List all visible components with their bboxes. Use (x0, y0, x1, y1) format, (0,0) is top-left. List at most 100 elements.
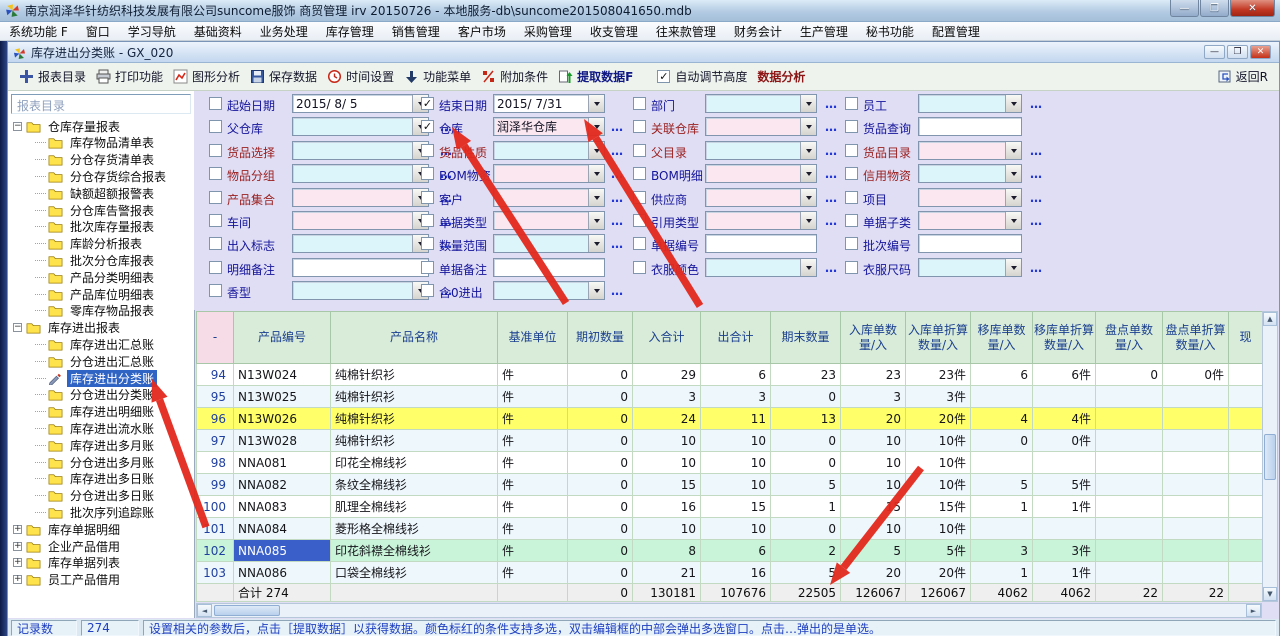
filter-checkbox[interactable] (209, 191, 222, 204)
table-cell[interactable]: 8 (633, 540, 701, 562)
child-restore-button[interactable]: ❐ (1227, 45, 1248, 59)
table-cell[interactable] (1229, 474, 1263, 496)
scroll-right-arrow-icon[interactable]: ► (1246, 604, 1261, 617)
table-cell[interactable] (1096, 408, 1163, 430)
table-row[interactable]: 97N13W028纯棉针织衫件0101001010件00件 (197, 430, 1263, 452)
table-cell[interactable]: 0件 (1033, 430, 1096, 452)
tree-item[interactable]: 库存进出流水账 (8, 420, 194, 436)
tree-item[interactable]: 库存进出明细账 (8, 404, 194, 420)
table-cell[interactable]: 0 (568, 540, 633, 562)
filter-field[interactable] (493, 164, 605, 183)
filter-field[interactable] (292, 117, 429, 136)
ellipsis-button[interactable]: … (1030, 194, 1043, 202)
tree-item[interactable]: 库存物品清单表 (8, 135, 194, 151)
table-cell[interactable]: N13W024 (234, 364, 331, 386)
close-button[interactable]: ✕ (1230, 0, 1275, 17)
tree-item[interactable]: +库存单据列表 (8, 555, 194, 571)
table-cell[interactable]: 5 (771, 474, 841, 496)
filter-field[interactable] (918, 188, 1022, 207)
dropdown-button[interactable] (800, 259, 816, 276)
table-cell[interactable] (1229, 386, 1263, 408)
tree-item[interactable]: 批次序列追踪账 (8, 504, 194, 520)
filter-checkbox[interactable] (421, 167, 434, 180)
table-cell[interactable]: 5 (971, 474, 1033, 496)
filter-checkbox[interactable] (633, 191, 646, 204)
data-analysis-button[interactable]: 数据分析 (757, 68, 805, 85)
table-cell[interactable]: 20件 (906, 562, 971, 584)
table-cell[interactable]: 3 (971, 540, 1033, 562)
menu-item[interactable]: 销售管理 (383, 23, 449, 40)
table-cell[interactable]: 16 (701, 562, 771, 584)
tree-item[interactable]: 分仓进出多日账 (8, 488, 194, 504)
menu-item[interactable]: 秘书功能 (857, 23, 923, 40)
return-button[interactable]: 返回R (1217, 68, 1268, 85)
table-cell[interactable]: N13W028 (234, 430, 331, 452)
tree-item[interactable]: +库存单据明细 (8, 521, 194, 537)
table-cell[interactable]: 0 (771, 452, 841, 474)
table-row[interactable]: 95N13W025纯棉针织衫件033033件 (197, 386, 1263, 408)
column-header[interactable]: 入库单数量/入 (841, 312, 906, 364)
dropdown-button[interactable] (588, 142, 604, 159)
dropdown-button[interactable] (588, 165, 604, 182)
filter-field[interactable] (918, 117, 1022, 136)
table-cell[interactable]: 件 (498, 408, 568, 430)
dropdown-button[interactable] (1005, 189, 1021, 206)
column-header[interactable]: 移库单数量/入 (971, 312, 1033, 364)
column-header[interactable]: 盘点单折算数量/入 (1163, 312, 1229, 364)
table-cell[interactable]: 印花斜襟全棉线衫 (331, 540, 498, 562)
ellipsis-button[interactable]: … (825, 194, 838, 202)
table-cell[interactable]: 100 (197, 496, 234, 518)
table-cell[interactable]: 13 (771, 408, 841, 430)
table-cell[interactable]: 0 (1096, 364, 1163, 386)
table-cell[interactable]: 0 (568, 562, 633, 584)
column-header[interactable]: 产品名称 (331, 312, 498, 364)
table-cell[interactable]: 4 (971, 408, 1033, 430)
dropdown-button[interactable] (800, 118, 816, 135)
filter-checkbox[interactable] (845, 97, 858, 110)
filter-checkbox[interactable] (845, 191, 858, 204)
table-cell[interactable] (1229, 408, 1263, 430)
filter-checkbox[interactable] (421, 284, 434, 297)
ellipsis-button[interactable]: … (611, 170, 624, 178)
table-cell[interactable]: 0 (771, 430, 841, 452)
ellipsis-button[interactable]: … (611, 194, 624, 202)
filter-field[interactable] (918, 141, 1022, 160)
table-cell[interactable]: 5件 (906, 540, 971, 562)
table-cell[interactable]: 件 (498, 562, 568, 584)
ellipsis-button[interactable]: … (611, 123, 624, 131)
tree-item[interactable]: 产品库位明细表 (8, 286, 194, 302)
filter-checkbox[interactable] (209, 120, 222, 133)
table-cell[interactable]: 纯棉针织衫 (331, 430, 498, 452)
dropdown-button[interactable] (800, 189, 816, 206)
table-cell[interactable]: 0 (568, 496, 633, 518)
filter-checkbox[interactable] (633, 237, 646, 250)
filter-checkbox[interactable] (421, 144, 434, 157)
table-cell[interactable] (1163, 562, 1229, 584)
table-cell[interactable]: 件 (498, 496, 568, 518)
horizontal-scrollbar[interactable]: ◄ ► (196, 603, 1262, 618)
ellipsis-button[interactable]: … (1030, 147, 1043, 155)
table-cell[interactable]: 103 (197, 562, 234, 584)
table-cell[interactable]: 20 (841, 562, 906, 584)
filter-field[interactable] (493, 258, 605, 277)
table-cell[interactable]: 102 (197, 540, 234, 562)
menu-item[interactable]: 配置管理 (923, 23, 989, 40)
table-cell[interactable]: 0件 (1163, 364, 1229, 386)
extract-data-button[interactable]: 提取数据F (558, 68, 633, 85)
table-cell[interactable]: 0 (568, 430, 633, 452)
ellipsis-button[interactable]: … (825, 123, 838, 131)
tree-item[interactable]: 库存进出多月账 (8, 437, 194, 453)
save-data-button[interactable]: 保存数据 (250, 68, 317, 85)
table-cell[interactable]: 6 (701, 364, 771, 386)
auto-height-toggle[interactable]: ✓ 自动调节高度 (657, 68, 747, 85)
filter-field[interactable]: 2015/ 8/ 5 (292, 94, 429, 113)
table-cell[interactable] (1229, 496, 1263, 518)
ellipsis-button[interactable]: … (611, 287, 624, 295)
filter-field[interactable]: 润泽华仓库 (493, 117, 605, 136)
table-cell[interactable]: 纯棉针织衫 (331, 408, 498, 430)
tree-item[interactable]: 缺额超额报警表 (8, 185, 194, 201)
scroll-up-arrow-icon[interactable]: ▲ (1263, 312, 1277, 326)
menu-item[interactable]: 基础资料 (185, 23, 251, 40)
table-cell[interactable]: 0 (971, 430, 1033, 452)
table-cell[interactable]: 10 (841, 452, 906, 474)
